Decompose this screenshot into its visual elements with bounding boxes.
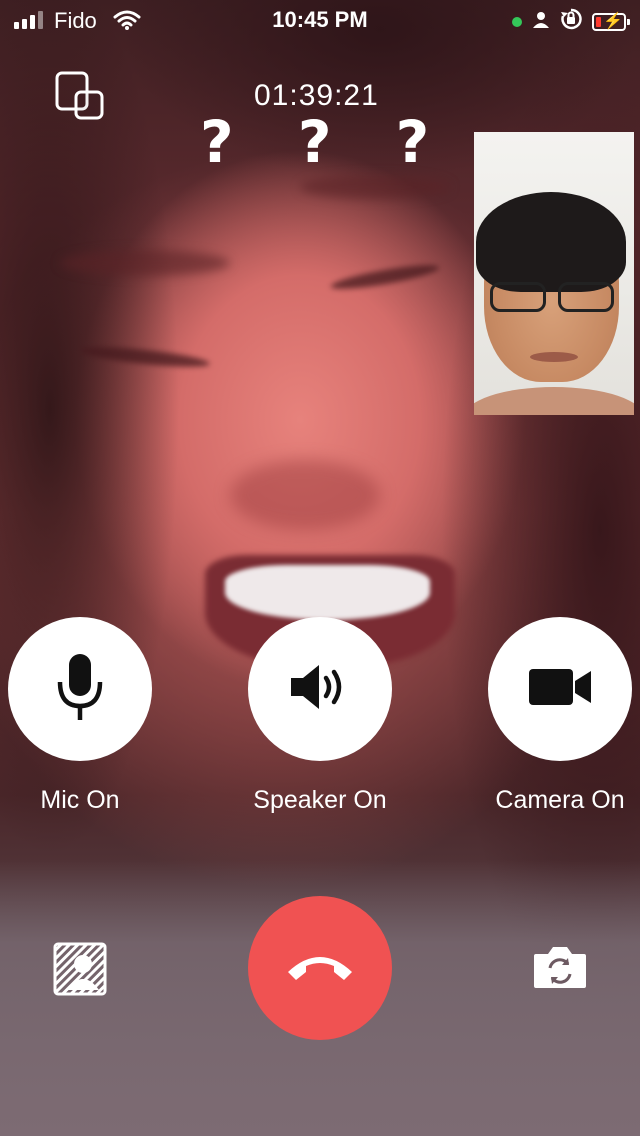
camera-label: Camera On (495, 786, 625, 814)
video-camera-icon (527, 665, 593, 714)
camera-toggle-button[interactable] (488, 617, 632, 761)
pip-toggle-button[interactable] (54, 70, 106, 122)
orientation-lock-icon (560, 8, 582, 36)
speaker-label: Speaker On (253, 786, 387, 814)
speaker-toggle-button[interactable] (248, 617, 392, 761)
speaker-icon (289, 662, 351, 717)
switch-camera-button[interactable] (532, 944, 588, 990)
person-icon (532, 9, 550, 35)
mic-label: Mic On (40, 786, 120, 814)
overlay-text: ? ? ? (200, 108, 452, 176)
background-blur-icon (53, 942, 107, 1000)
battery-charging-icon: ⚡ (592, 13, 630, 31)
local-video-preview[interactable] (474, 132, 634, 415)
microphone-icon (55, 652, 105, 727)
background-blur-button[interactable] (53, 942, 107, 996)
green-dot-indicator (512, 17, 522, 27)
end-call-button[interactable] (248, 896, 392, 1040)
status-bar: Fido 10:45 PM ⚡ (0, 0, 640, 40)
switch-camera-icon (532, 947, 588, 994)
end-call-icon (282, 946, 358, 991)
mic-toggle-button[interactable] (8, 617, 152, 761)
